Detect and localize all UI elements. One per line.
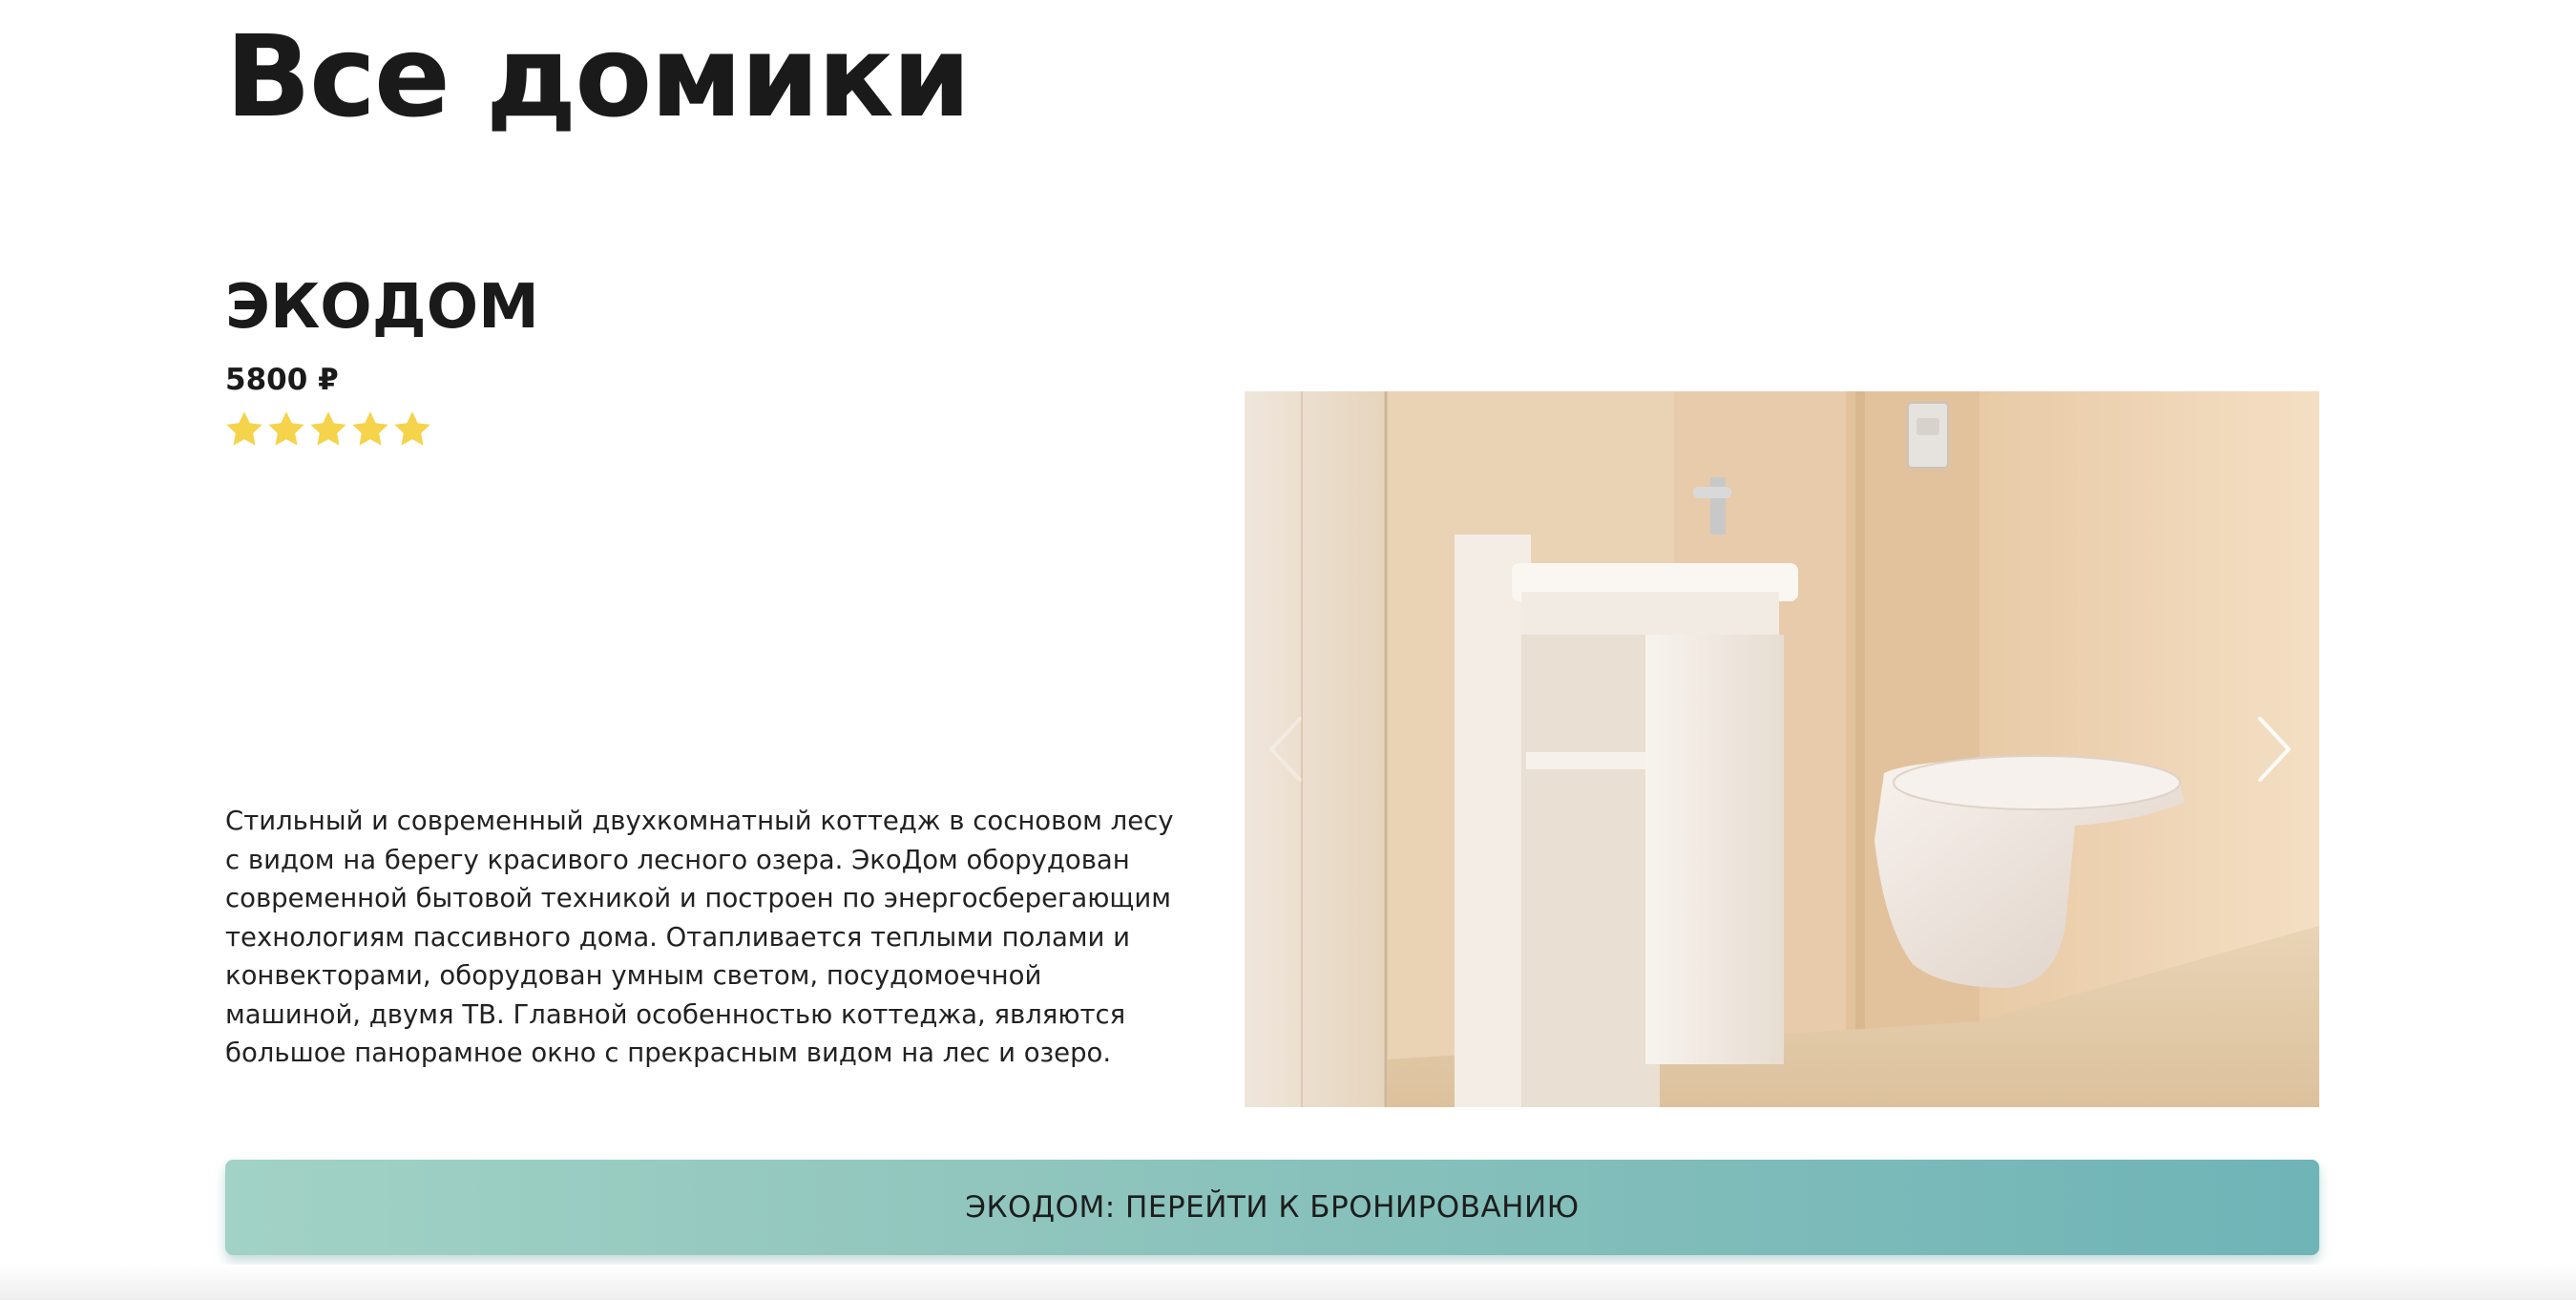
star-icon (394, 411, 430, 446)
house-name: ЭКОДОМ (225, 272, 539, 343)
star-icon (226, 411, 262, 446)
house-price: 5800 ₽ (225, 363, 339, 397)
star-icon (310, 411, 346, 446)
rating-stars (223, 409, 433, 451)
bathroom-photo (1245, 391, 2319, 1107)
star-icon (268, 411, 304, 446)
book-button[interactable]: ЭКОДОМ: ПЕРЕЙТИ К БРОНИРОВАНИЮ (225, 1160, 2319, 1255)
photo-gallery[interactable] (1245, 391, 2319, 1107)
house-description: Стильный и современный двухкомнатный кот… (225, 806, 1174, 1068)
chevron-right-icon[interactable] (2245, 711, 2302, 787)
page-bottom-shade (0, 1265, 2576, 1300)
chevron-left-icon[interactable] (1258, 711, 1315, 787)
page-title: Все домики (225, 10, 971, 142)
page: Все домики ЭКОДОМ 5800 ₽ Стильный и совр… (0, 0, 2576, 1300)
star-icon (352, 411, 388, 446)
